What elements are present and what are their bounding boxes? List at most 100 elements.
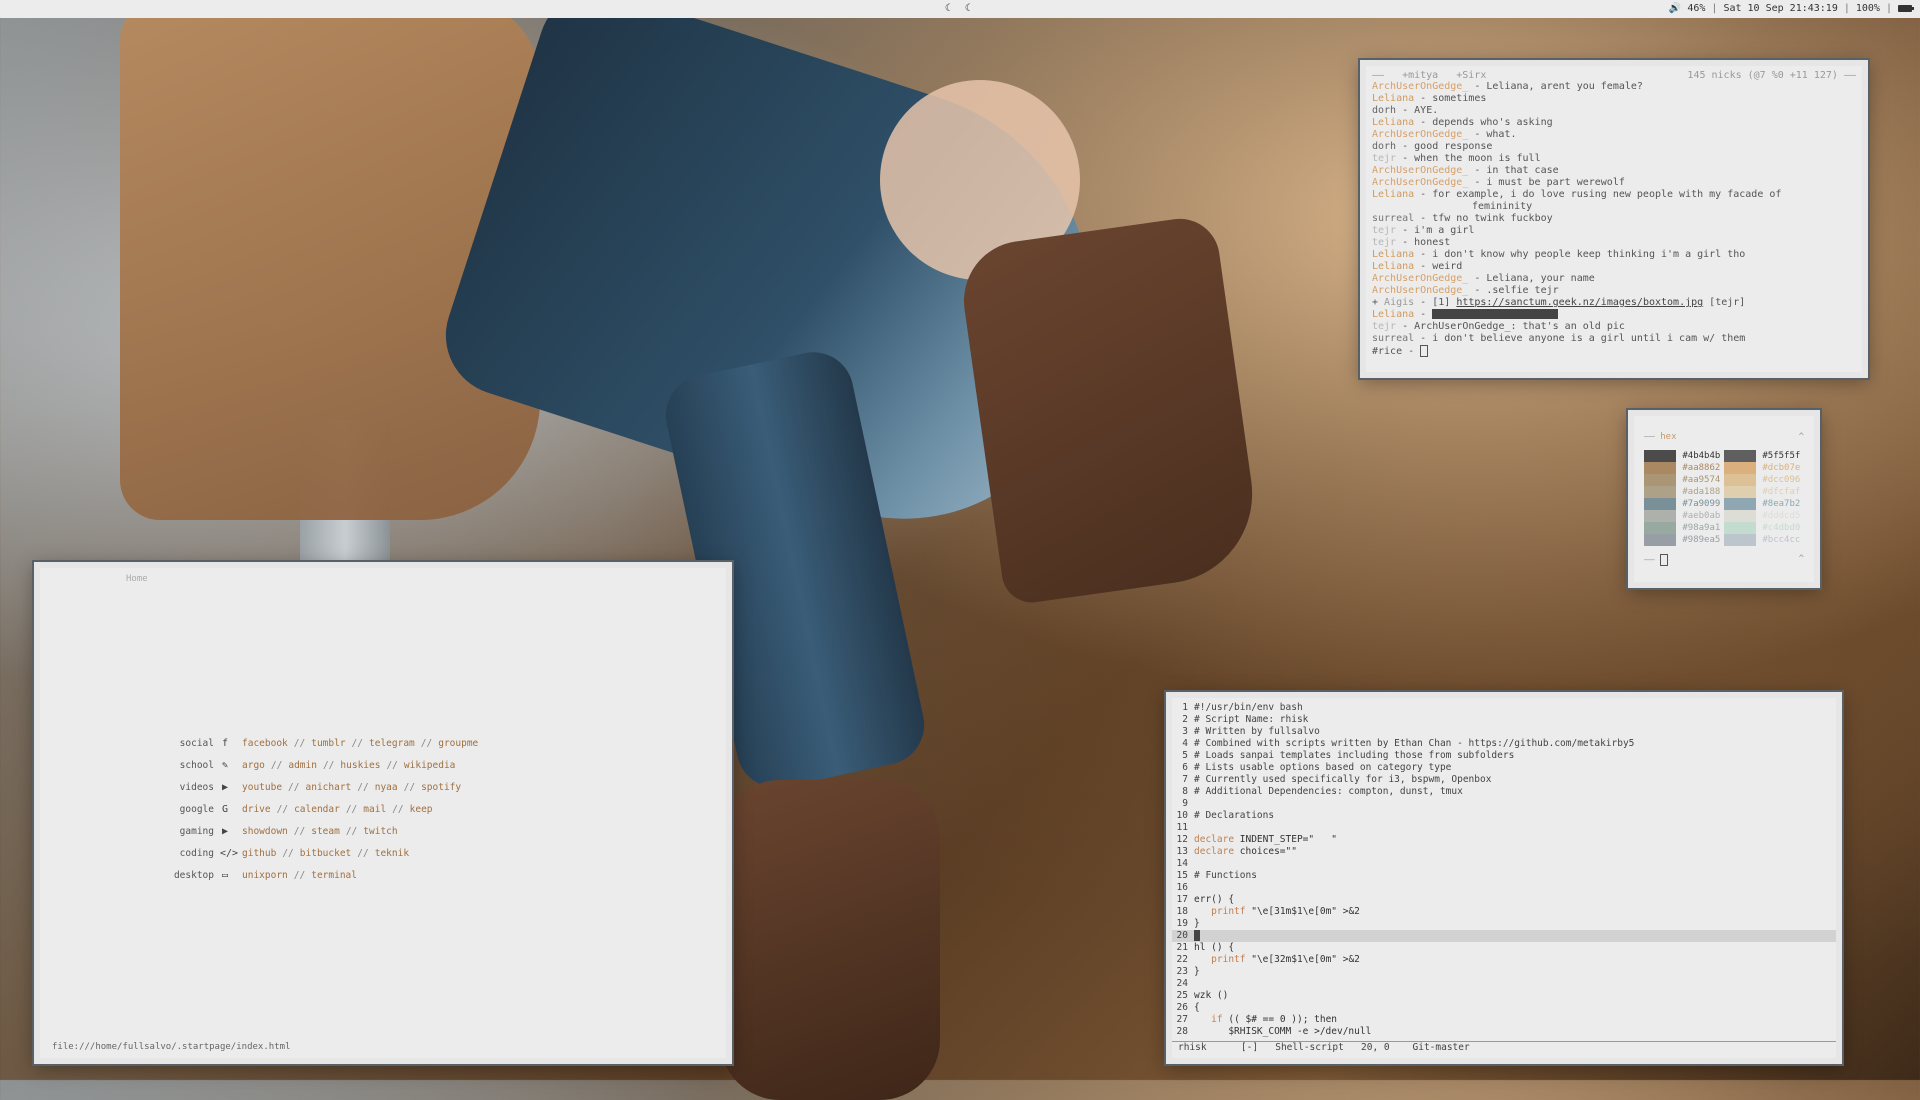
link-showdown[interactable]: showdown xyxy=(242,826,288,837)
irc-nick[interactable]: Leliana xyxy=(1372,117,1414,128)
color-swatch[interactable] xyxy=(1644,462,1677,474)
hex-title-bar: —— hex ^ xyxy=(1634,416,1814,450)
color-swatch[interactable] xyxy=(1724,474,1757,486)
irc-client-window[interactable]: —— +mitya +Sirx 145 nicks (@7 %0 +11 127… xyxy=(1360,60,1868,378)
color-hex-value: #aa8862 xyxy=(1682,463,1721,473)
line-number: 12 xyxy=(1176,834,1188,845)
color-swatch[interactable] xyxy=(1724,498,1757,510)
code-buffer[interactable]: 1 #!/usr/bin/env bash 2 # Script Name: rhis… xyxy=(1172,698,1836,1038)
color-swatch[interactable] xyxy=(1724,510,1757,522)
code-text: printf "\e[32m$1\e[0m" >&2 xyxy=(1211,954,1360,965)
link-teknik[interactable]: teknik xyxy=(375,848,409,859)
irc-nick[interactable]: ArchUserOnGedge_ xyxy=(1372,129,1468,140)
color-swatch[interactable] xyxy=(1644,450,1677,462)
irc-nick[interactable]: Leliana xyxy=(1372,189,1414,200)
irc-tab[interactable]: +mitya xyxy=(1402,70,1438,81)
irc-tab[interactable]: +Sirx xyxy=(1456,70,1486,81)
irc-nick[interactable]: Leliana xyxy=(1372,309,1414,320)
color-swatch[interactable] xyxy=(1644,522,1677,534)
link-wikipedia[interactable]: wikipedia xyxy=(404,760,455,771)
color-hex-value: #8ea7b2 xyxy=(1762,499,1801,509)
link-spotify[interactable]: spotify xyxy=(421,782,461,793)
code-text: hl () { xyxy=(1194,942,1235,953)
color-swatch[interactable] xyxy=(1724,486,1757,498)
link-bitbucket[interactable]: bitbucket xyxy=(300,848,351,859)
color-hex-value: #aeb0ab xyxy=(1682,511,1721,521)
link-calendar[interactable]: calendar xyxy=(294,804,340,815)
category-label: social f xyxy=(140,738,230,749)
home-label[interactable]: Home xyxy=(126,574,148,584)
link-github[interactable]: github xyxy=(242,848,276,859)
color-swatch[interactable] xyxy=(1724,534,1757,546)
irc-message: Leliana - xyxy=(1372,309,1856,321)
hex-palette-window[interactable]: —— hex ^ #4b4b4b #5f5f5f #aa8862 #dcb07e #aa… xyxy=(1628,410,1820,588)
irc-text: i must be part werewolf xyxy=(1486,177,1625,188)
link-argo[interactable]: argo xyxy=(242,760,265,771)
irc-nick[interactable]: surreal xyxy=(1372,213,1414,224)
link-unixporn[interactable]: unixporn xyxy=(242,870,288,881)
color-swatch[interactable] xyxy=(1724,450,1757,462)
browser-startpage-window[interactable]: Home social f facebook // tumblr // telegram //… xyxy=(34,562,732,1064)
link-groupme[interactable]: groupme xyxy=(438,738,478,749)
color-swatch[interactable] xyxy=(1644,534,1677,546)
irc-link[interactable]: https://sanctum.geek.nz/images/boxtom.jp… xyxy=(1456,297,1703,308)
irc-nick[interactable]: Aigis xyxy=(1384,297,1414,308)
code-text: wzk () xyxy=(1194,990,1229,1001)
color-swatch[interactable] xyxy=(1644,486,1677,498)
vim-editor-window[interactable]: 1 #!/usr/bin/env bash 2 # Script Name: rhis… xyxy=(1166,692,1842,1064)
irc-text: honest xyxy=(1414,237,1451,248)
irc-input-line[interactable]: #rice - xyxy=(1372,345,1856,358)
link-list: argo // admin // huskies // wikipedia xyxy=(230,760,455,771)
irc-nick[interactable]: dorh xyxy=(1372,141,1396,152)
link-anichart[interactable]: anichart xyxy=(306,782,352,793)
link-terminal[interactable]: terminal xyxy=(311,870,357,881)
irc-nick[interactable]: ArchUserOnGedge_ xyxy=(1372,165,1468,176)
irc-nick[interactable]: tejr xyxy=(1372,237,1396,248)
link-youtube[interactable]: youtube xyxy=(242,782,282,793)
irc-nick[interactable]: Leliana xyxy=(1372,261,1414,272)
link-drive[interactable]: drive xyxy=(242,804,271,815)
line-number: 19 xyxy=(1176,918,1188,929)
irc-nick[interactable]: dorh xyxy=(1372,105,1396,116)
code-line: 14 xyxy=(1172,858,1836,870)
link-facebook[interactable]: facebook xyxy=(242,738,288,749)
code-line: 23} xyxy=(1172,966,1836,978)
link-steam[interactable]: steam xyxy=(311,826,340,837)
irc-nick[interactable]: ArchUserOnGedge_ xyxy=(1372,81,1468,92)
volume-icon[interactable]: 🔊 xyxy=(1669,3,1681,14)
link-separator: // xyxy=(420,737,433,749)
irc-nick[interactable]: ArchUserOnGedge_ xyxy=(1372,273,1468,284)
wallpaper-boot xyxy=(956,213,1264,607)
color-swatch[interactable] xyxy=(1644,474,1677,486)
irc-nick[interactable]: Leliana xyxy=(1372,93,1414,104)
link-nyaa[interactable]: nyaa xyxy=(375,782,398,793)
link-tumblr[interactable]: tumblr xyxy=(311,738,345,749)
irc-nick[interactable]: surreal xyxy=(1372,333,1414,344)
irc-nick[interactable]: tejr xyxy=(1372,225,1396,236)
color-swatch[interactable] xyxy=(1644,510,1677,522)
color-swatch[interactable] xyxy=(1644,498,1677,510)
link-separator: // xyxy=(276,803,289,815)
link-telegram[interactable]: telegram xyxy=(369,738,415,749)
irc-separator: - xyxy=(1414,189,1433,200)
irc-nick[interactable]: tejr xyxy=(1372,153,1396,164)
link-keep[interactable]: keep xyxy=(410,804,433,815)
irc-nick[interactable]: Leliana xyxy=(1372,249,1414,260)
workspace-moon-icons[interactable]: ☾ ☾ xyxy=(945,3,975,14)
irc-nick[interactable]: ArchUserOnGedge_ xyxy=(1372,177,1468,188)
link-huskies[interactable]: huskies xyxy=(340,760,380,771)
link-twitch[interactable]: twitch xyxy=(363,826,397,837)
irc-nick[interactable]: ArchUserOnGedge_ xyxy=(1372,285,1468,296)
link-admin[interactable]: admin xyxy=(288,760,317,771)
irc-nick[interactable]: tejr xyxy=(1372,321,1396,332)
irc-prompt: #rice - xyxy=(1372,346,1421,357)
palette-row: #7a9099 #8ea7b2 xyxy=(1644,498,1804,510)
color-swatch[interactable] xyxy=(1724,522,1757,534)
color-hex-value: #aa9574 xyxy=(1682,475,1721,485)
category-name: social xyxy=(179,737,214,749)
color-swatch[interactable] xyxy=(1724,462,1757,474)
title-dash: —— xyxy=(1644,432,1655,442)
irc-separator: - xyxy=(1396,237,1415,248)
link-mail[interactable]: mail xyxy=(363,804,386,815)
line-number: 1 xyxy=(1182,702,1188,713)
